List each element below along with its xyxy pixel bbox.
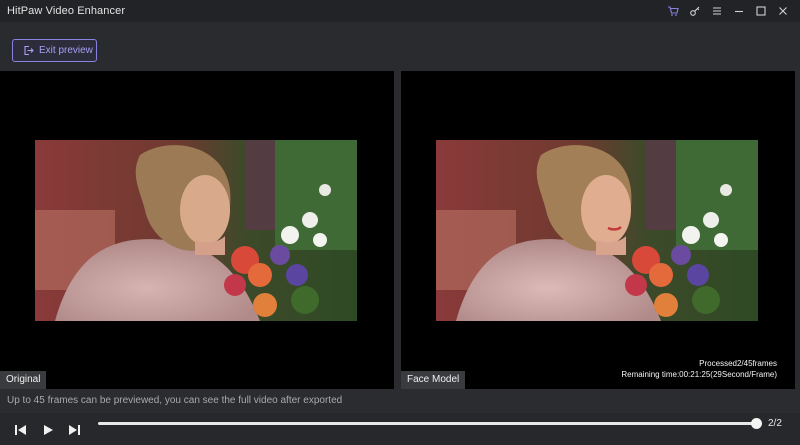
exit-preview-button[interactable]: Exit preview: [12, 39, 97, 62]
frame-counter: 2/2: [768, 418, 782, 429]
exit-preview-label: Exit preview: [39, 45, 93, 56]
seek-handle[interactable]: [750, 418, 762, 429]
original-label: Original: [0, 371, 47, 389]
toolbar: Exit preview: [0, 22, 800, 70]
preview-hint-text: Up to 45 frames can be previewed, you ca…: [7, 395, 343, 406]
exit-icon: [24, 45, 34, 56]
enhanced-video-frame: [436, 140, 758, 321]
title-bar: HitPaw Video Enhancer: [0, 0, 800, 22]
enhanced-preview-pane: Face Model Processed2/45frames Remaining…: [401, 71, 795, 389]
original-preview-pane: Original: [0, 71, 394, 389]
seek-bar[interactable]: [98, 422, 756, 425]
remaining-time-text: Remaining time:00:21:25(29Second/Frame): [621, 370, 777, 379]
menu-icon[interactable]: [706, 0, 728, 22]
maximize-icon[interactable]: [750, 0, 772, 22]
face-model-label: Face Model: [401, 371, 466, 389]
skip-forward-icon: [69, 425, 80, 435]
play-button[interactable]: [39, 421, 57, 439]
original-video-frame: [35, 140, 357, 321]
next-frame-button[interactable]: [65, 421, 83, 439]
processing-status: Processed2/45frames Remaining time:00:21…: [621, 358, 777, 380]
app-title: HitPaw Video Enhancer: [7, 5, 126, 17]
processed-frames-text: Processed2/45frames: [699, 359, 777, 368]
previous-frame-button[interactable]: [12, 421, 30, 439]
playback-controls: [0, 413, 800, 445]
play-icon: [44, 425, 53, 435]
hint-bar: Up to 45 frames can be previewed, you ca…: [0, 389, 800, 413]
skip-back-icon: [15, 425, 26, 435]
minimize-icon[interactable]: [728, 0, 750, 22]
close-icon[interactable]: [772, 0, 794, 22]
window-controls: [662, 0, 794, 22]
cart-icon[interactable]: [662, 0, 684, 22]
key-icon[interactable]: [684, 0, 706, 22]
